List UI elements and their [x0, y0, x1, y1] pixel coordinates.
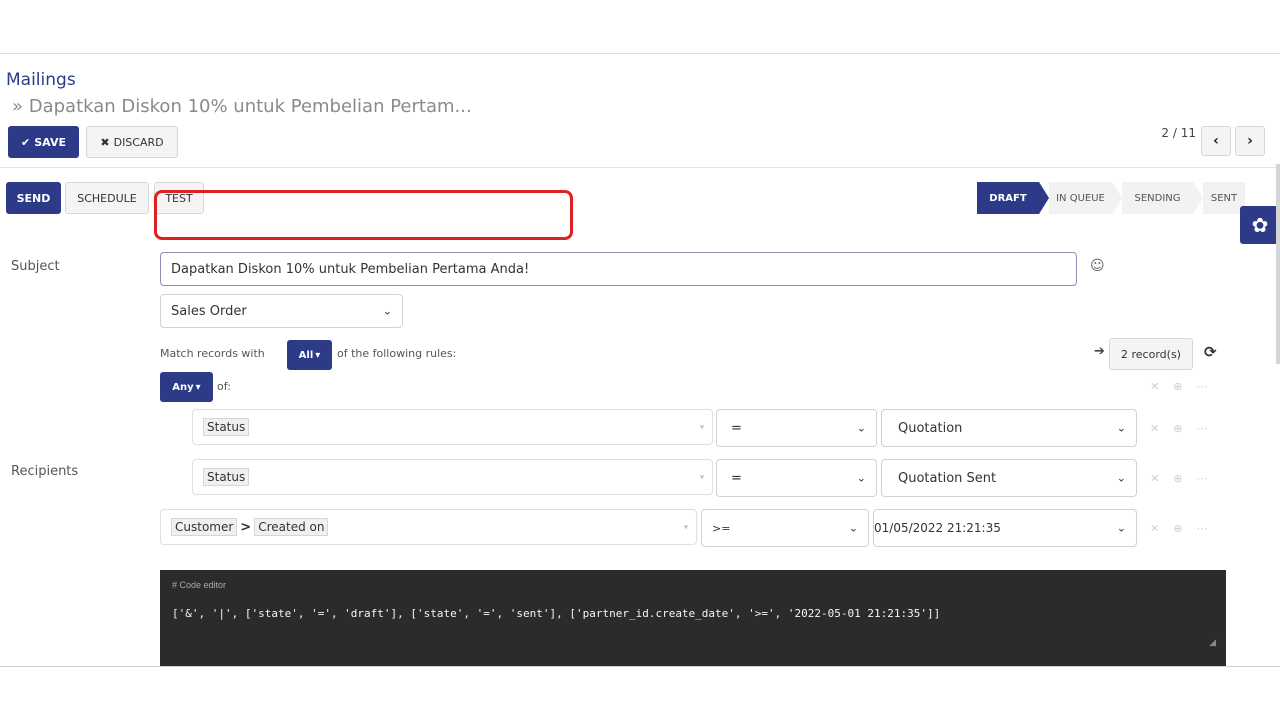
chevron-down-icon: ⌄ [1116, 521, 1126, 535]
test-button[interactable]: TEST [154, 182, 204, 214]
rule-1-field-select[interactable]: Status ▾ [192, 409, 713, 445]
any-label: Any [172, 381, 194, 393]
record-count-button[interactable]: 2 record(s) [1109, 338, 1193, 370]
pager-previous-button[interactable]: ‹ [1201, 126, 1231, 156]
recipients-label: Recipients [11, 464, 79, 479]
stage-sent[interactable]: SENT [1203, 182, 1245, 214]
any-dropdown[interactable]: Any ▾ [160, 372, 213, 402]
close-icon: ✖ [100, 135, 110, 149]
chevron-left-icon: ‹ [1213, 133, 1219, 149]
send-button[interactable]: SEND [6, 182, 61, 214]
rule-1-operator: = [731, 420, 742, 436]
scrollbar[interactable] [1276, 164, 1280, 364]
rule-1-value: Quotation [898, 420, 963, 436]
rule-1-field-chip: Status [203, 418, 250, 436]
control-panel: Mailings » Dapatkan Diskon 10% untuk Pem… [0, 54, 1280, 168]
refresh-icon[interactable]: ⟳ [1204, 343, 1217, 361]
rule-2-row-actions[interactable]: ✕⊕⋯ [1150, 472, 1221, 485]
rule-3-value-input[interactable]: 01/05/2022 21:21:35 ⌄ [873, 509, 1137, 547]
save-button[interactable]: ✔ SAVE [8, 126, 79, 158]
emoji-icon[interactable]: ☺ [1090, 258, 1105, 274]
model-select[interactable]: Sales Order ⌄ [160, 294, 403, 328]
stage-arrow [1112, 182, 1122, 214]
chevron-down-icon: ⌄ [848, 521, 858, 535]
model-select-value: Sales Order [171, 303, 247, 319]
rule-3-operator: >= [712, 521, 731, 535]
chevron-down-icon: ▾ [683, 522, 688, 532]
rule-3-field-select[interactable]: Customer > Created on ▾ [160, 509, 697, 545]
code-editor-text: ['&', '|', ['state', '=', 'draft'], ['st… [172, 607, 941, 620]
rule-2-operator: = [731, 470, 742, 486]
rule-3-value: 01/05/2022 21:21:35 [874, 521, 1001, 535]
record-count-label: 2 record(s) [1121, 347, 1181, 361]
subject-input[interactable]: Dapatkan Diskon 10% untuk Pembelian Pert… [160, 252, 1077, 286]
statusbar: SEND SCHEDULE TEST DRAFT IN QUEUE SENDIN… [0, 168, 1280, 226]
rule-3-row-actions[interactable]: ✕⊕⋯ [1150, 522, 1221, 535]
schedule-button[interactable]: SCHEDULE [65, 182, 149, 214]
rule-2-operator-select[interactable]: = ⌄ [716, 459, 877, 497]
of-label: of: [217, 380, 231, 393]
test-button-label: TEST [165, 191, 193, 205]
rule-2-field-chip: Status [203, 468, 250, 486]
rule-3-field-chip-customer: Customer [171, 518, 238, 536]
stage-draft[interactable]: DRAFT [977, 182, 1039, 214]
chevron-right-icon: › [1247, 133, 1253, 149]
save-button-label: SAVE [34, 135, 66, 149]
rule-2-field-select[interactable]: Status ▾ [192, 459, 713, 495]
breadcrumb-root[interactable]: Mailings [6, 70, 76, 90]
discard-button-label: DISCARD [113, 135, 164, 149]
caret-down-icon: ▾ [315, 349, 321, 361]
chevron-down-icon: ⌄ [856, 421, 866, 435]
pager-next-button[interactable]: › [1235, 126, 1265, 156]
group-row-actions[interactable]: ✕⊕⋯ [1150, 380, 1221, 393]
resize-handle-icon[interactable]: ◢ [1209, 638, 1216, 648]
chevron-down-icon: ⌄ [1116, 421, 1126, 435]
stage-arrow [1039, 182, 1049, 214]
rule-3-operator-select[interactable]: >= ⌄ [701, 509, 869, 547]
breadcrumb-current: » Dapatkan Diskon 10% untuk Pembelian Pe… [12, 96, 472, 117]
match-suffix: of the following rules: [337, 347, 457, 360]
rule-1-row-actions[interactable]: ✕⊕⋯ [1150, 422, 1221, 435]
rule-2-value-select[interactable]: Quotation Sent ⌄ [881, 459, 1137, 497]
schedule-button-label: SCHEDULE [77, 191, 137, 205]
arrow-right-icon: ➔ [1094, 344, 1105, 359]
rule-3-path-separator: > [240, 519, 252, 535]
code-editor-comment: # Code editor [172, 580, 227, 590]
discard-button[interactable]: ✖ DISCARD [86, 126, 178, 158]
match-all-dropdown[interactable]: All ▾ [287, 340, 332, 370]
match-all-label: All [298, 349, 314, 361]
subject-input-value: Dapatkan Diskon 10% untuk Pembelian Pert… [171, 261, 530, 277]
chevron-down-icon: ⌄ [382, 304, 392, 318]
check-icon: ✔ [21, 135, 31, 149]
gear-icon[interactable]: ✿ [1240, 206, 1280, 244]
code-editor[interactable]: # Code editor ['&', '|', ['state', '=', … [160, 570, 1226, 666]
send-button-label: SEND [16, 191, 51, 205]
rule-1-operator-select[interactable]: = ⌄ [716, 409, 877, 447]
stage-in-queue[interactable]: IN QUEUE [1049, 182, 1112, 214]
subject-label: Subject [11, 259, 60, 274]
rule-3-field-chip-created: Created on [254, 518, 329, 536]
stage-arrow [1193, 182, 1203, 214]
rule-2-value: Quotation Sent [898, 470, 997, 486]
chevron-down-icon: ⌄ [1116, 471, 1126, 485]
match-prefix: Match records with [160, 347, 265, 360]
stage-sending[interactable]: SENDING [1122, 182, 1193, 214]
chevron-down-icon: ▾ [699, 472, 704, 482]
pager-value[interactable]: 2 / 11 [1161, 126, 1196, 140]
rule-1-value-select[interactable]: Quotation ⌄ [881, 409, 1137, 447]
form-view: Mailings » Dapatkan Diskon 10% untuk Pem… [0, 53, 1280, 667]
chevron-down-icon: ▾ [699, 422, 704, 432]
caret-down-icon: ▾ [195, 381, 201, 393]
chevron-down-icon: ⌄ [856, 471, 866, 485]
